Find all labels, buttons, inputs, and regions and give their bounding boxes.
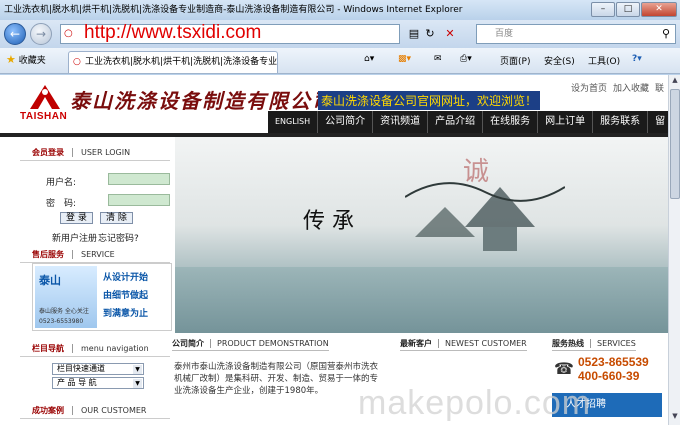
- nav-online-service[interactable]: 在线服务: [483, 111, 539, 133]
- browser-tab[interactable]: ○ 工业洗衣机|脱水机|烘干机|洗脱机|洗涤设备专业...: [68, 51, 278, 73]
- service-ad[interactable]: 泰山 泰山服务 全心关注 0523-6553980 从设计开始 由细节做起 到满…: [32, 263, 172, 331]
- close-window-button[interactable]: ✕: [641, 2, 677, 17]
- web-page: TAISHAN 泰山洗涤设备制造有限公司 泰山洗涤设备公司官网网址，欢迎浏览！ …: [0, 75, 668, 425]
- password-label: 密 码:: [46, 199, 77, 209]
- service-title: 售后服务 SERVICE: [20, 247, 170, 263]
- feeds-icon[interactable]: ▩▾: [398, 54, 411, 64]
- customers-section: 最新客户 NEWEST CUSTOMER: [400, 337, 530, 425]
- customers-title: 最新客户 NEWEST CUSTOMER: [400, 337, 527, 351]
- star-icon: ★: [6, 53, 16, 66]
- window-controls: – □ ✕: [591, 2, 677, 17]
- hotline-section: 服务热线 SERVICES 0523-865539 400-660-39 ☎ 人才…: [552, 337, 668, 425]
- page-scrollbar[interactable]: ▲ ▼: [668, 75, 680, 425]
- cases-title: 成功案例 OUR CUSTOMER: [20, 403, 170, 419]
- favorites-bar: ★ 收藏夹 ○ 工业洗衣机|脱水机|烘干机|洗脱机|洗涤设备专业... ⌂▾ ▩…: [0, 48, 680, 74]
- company-section: 公司简介 PRODUCT DEMONSTRATION 泰州市泰山洗涤设备制造有限公…: [172, 337, 382, 425]
- nav-english[interactable]: ENGLISH: [268, 111, 319, 133]
- logo-english: TAISHAN: [20, 111, 68, 122]
- nav-company[interactable]: 公司简介: [318, 111, 374, 133]
- nav-guestbook[interactable]: 留: [648, 111, 668, 133]
- forgot-password-link[interactable]: 忘记密码?: [98, 231, 139, 244]
- column-quick-select[interactable]: 栏目快速通道 ▼: [52, 363, 144, 375]
- username-label: 用户名:: [46, 178, 77, 188]
- refresh-button[interactable]: ↻: [420, 25, 440, 43]
- site-favicon-icon: ○: [64, 28, 73, 39]
- contact-link[interactable]: 联: [655, 81, 664, 94]
- scroll-thumb[interactable]: [670, 89, 680, 199]
- safety-menu[interactable]: 安全(S): [544, 54, 575, 67]
- site-header: TAISHAN 泰山洗涤设备制造有限公司 泰山洗涤设备公司官网网址，欢迎浏览！ …: [0, 75, 668, 137]
- page-menu[interactable]: 页面(P): [500, 54, 530, 67]
- taishan-logo-icon: [30, 85, 60, 109]
- favorites-button[interactable]: ★ 收藏夹: [6, 53, 46, 66]
- logo-chinese: 泰山洗涤设备制造有限公司: [70, 89, 334, 113]
- top-links: 设为首页 加入收藏 联: [571, 81, 664, 94]
- hotline-title: 服务热线 SERVICES: [552, 337, 636, 351]
- banner-seal-text: 诚: [463, 157, 490, 187]
- add-favorite-link[interactable]: 加入收藏: [613, 81, 649, 94]
- help-icon[interactable]: ?▾: [632, 54, 642, 64]
- banner-heading: 传 承: [303, 209, 354, 234]
- left-column: 会员登录 USER LOGIN 用户名: 密 码: 登 录 清 除 新用户注册 忘…: [20, 141, 172, 425]
- search-input[interactable]: 百度: [476, 24, 676, 44]
- password-input[interactable]: [108, 194, 170, 206]
- column-nav-title: 栏目导航 menu navigation: [20, 341, 170, 357]
- print-icon[interactable]: ⎙▾: [460, 54, 472, 64]
- set-homepage-link[interactable]: 设为首页: [571, 81, 607, 94]
- stop-button[interactable]: ✕: [440, 25, 460, 43]
- hotline-phone-1: 0523-865539: [578, 355, 649, 369]
- recruit-banner[interactable]: 人才招聘: [552, 393, 662, 417]
- home-icon[interactable]: ⌂▾: [364, 54, 374, 64]
- mail-icon[interactable]: ✉: [434, 54, 442, 64]
- chevron-down-icon: ▼: [133, 379, 142, 388]
- minimize-button[interactable]: –: [591, 2, 615, 17]
- nav-news[interactable]: 资讯频道: [373, 111, 429, 133]
- scroll-up-icon[interactable]: ▲: [670, 76, 680, 88]
- phone-icon: ☎: [554, 359, 574, 378]
- nav-products[interactable]: 产品介绍: [428, 111, 484, 133]
- login-button[interactable]: 登 录: [60, 212, 93, 224]
- company-title: 公司简介 PRODUCT DEMONSTRATION: [172, 337, 329, 351]
- search-icon[interactable]: ⚲: [656, 25, 676, 43]
- clear-button[interactable]: 清 除: [100, 212, 133, 224]
- url-annotation: http://www.tsxidi.com: [84, 22, 262, 43]
- register-link[interactable]: 新用户注册: [52, 231, 97, 244]
- tools-menu[interactable]: 工具(O): [588, 54, 620, 67]
- login-title: 会员登录 USER LOGIN: [20, 145, 170, 161]
- window-title: 工业洗衣机|脱水机|烘干机|洗脱机|洗涤设备专业制造商-泰山洗涤设备制造有限公司…: [4, 5, 463, 15]
- water-area: [175, 267, 668, 333]
- nav-contact[interactable]: 服务联系: [593, 111, 649, 133]
- scroll-down-icon[interactable]: ▼: [670, 412, 680, 424]
- hotline-phone-2: 400-660-39: [578, 369, 640, 383]
- nav-order[interactable]: 网上订单: [538, 111, 594, 133]
- maximize-button[interactable]: □: [616, 2, 640, 17]
- username-input[interactable]: [108, 173, 170, 185]
- service-ad-image: 泰山 泰山服务 全心关注 0523-6553980: [35, 266, 97, 328]
- chevron-down-icon: ▼: [133, 365, 142, 374]
- product-nav-select[interactable]: 产 品 导 航 ▼: [52, 377, 144, 389]
- window-titlebar: 工业洗衣机|脱水机|烘干机|洗脱机|洗涤设备专业制造商-泰山洗涤设备制造有限公司…: [0, 0, 680, 20]
- hero-banner: 传 承 诚: [175, 137, 668, 333]
- welcome-banner: 泰山洗涤设备公司官网网址，欢迎浏览！: [318, 91, 541, 110]
- forward-button[interactable]: →: [30, 23, 52, 45]
- main-nav: ENGLISH 公司简介 资讯频道 产品介绍 在线服务 网上订单 服务联系 留: [268, 111, 668, 133]
- company-text: 泰州市泰山洗涤设备制造有限公司（原国营泰州市洗衣机械厂改制）是集科研、开发、制造…: [174, 362, 379, 396]
- tab-favicon-icon: ○: [73, 57, 81, 67]
- back-button[interactable]: ←: [4, 23, 26, 45]
